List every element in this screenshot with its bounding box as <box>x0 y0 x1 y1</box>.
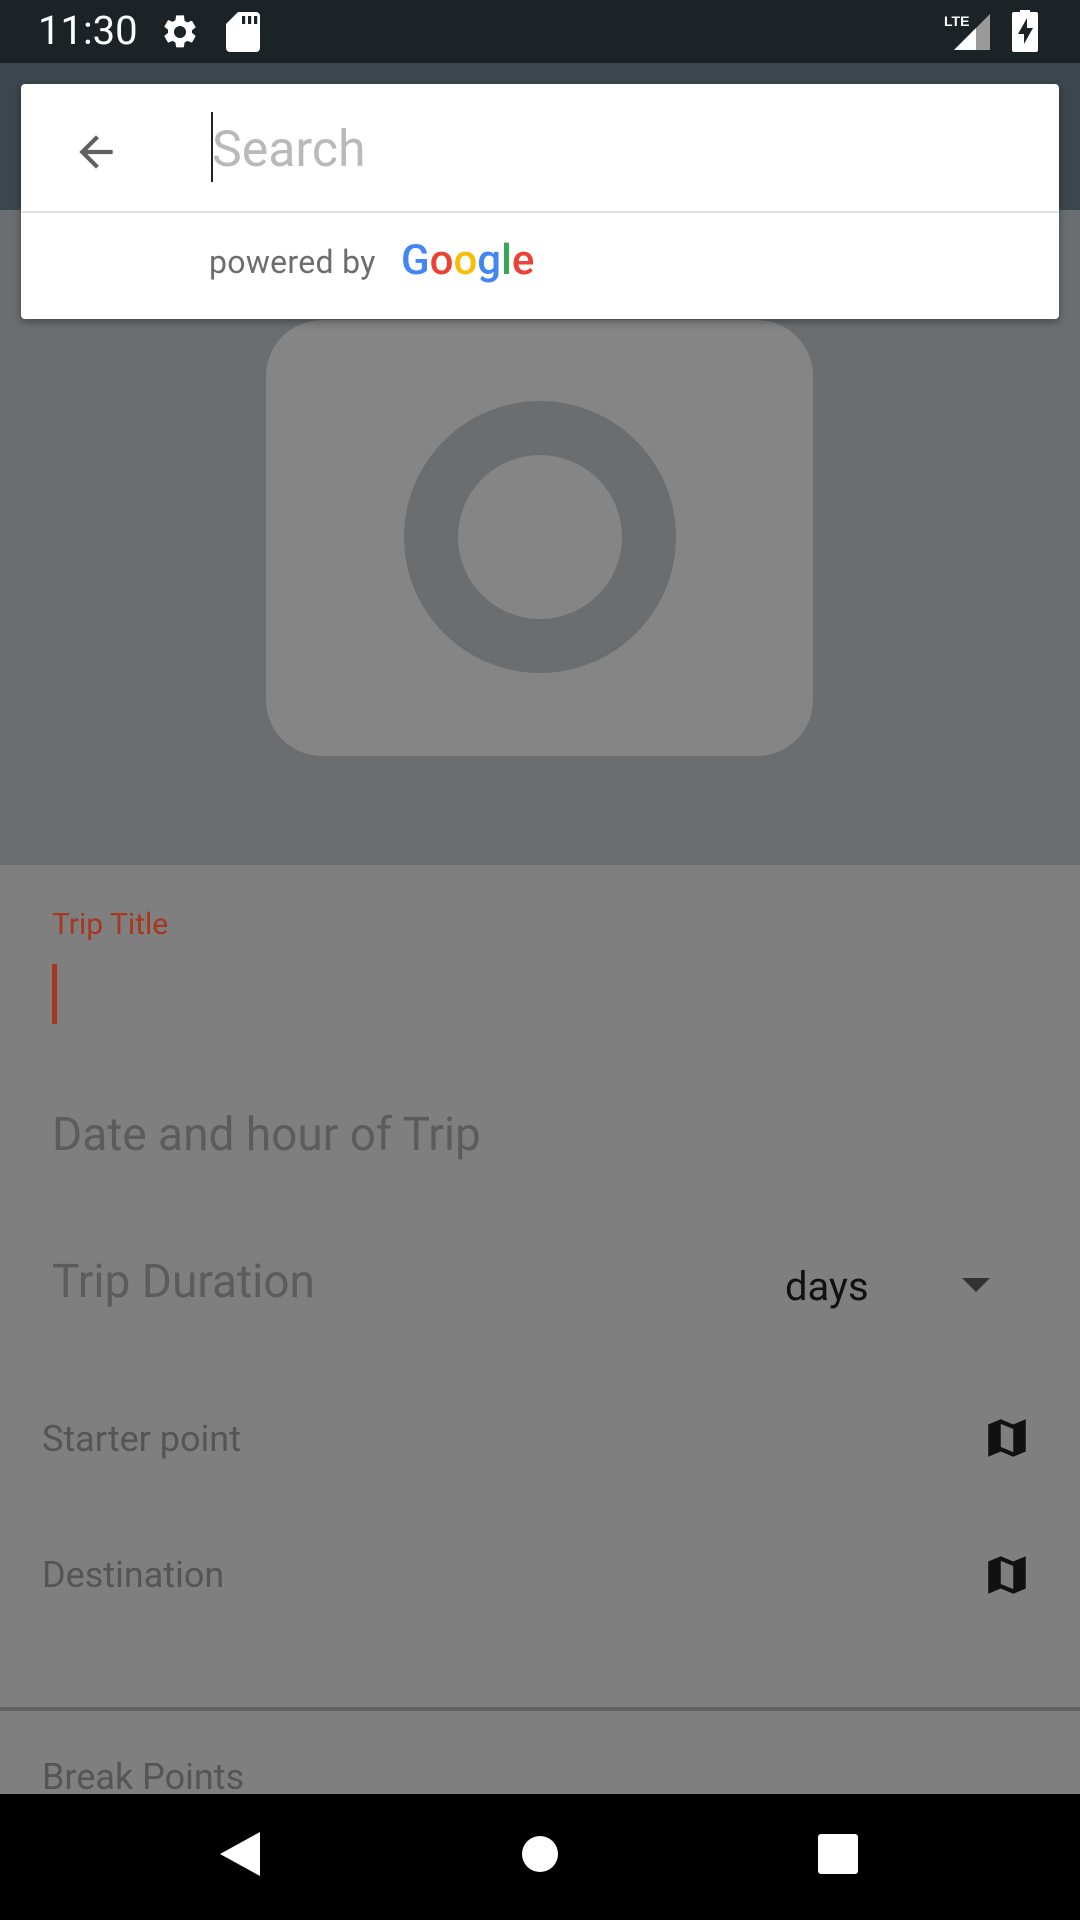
google-logo-letter: o <box>453 236 478 285</box>
camera-lens-center <box>458 455 622 619</box>
trip-duration-field[interactable]: Trip Duration <box>52 1255 315 1309</box>
starter-point-label: Starter point <box>42 1418 241 1460</box>
google-logo: Google <box>401 236 534 285</box>
trip-title-label: Trip Title <box>52 907 169 942</box>
lte-signal-icon: LTE <box>944 12 992 56</box>
sd-card-icon <box>226 12 260 56</box>
status-time: 11:30 <box>38 7 138 54</box>
starter-point-map-icon[interactable] <box>982 1413 1032 1467</box>
home-circle-icon[interactable] <box>510 1824 570 1884</box>
date-time-field[interactable]: Date and hour of Trip <box>52 1108 481 1162</box>
destination-map-icon[interactable] <box>982 1550 1032 1604</box>
google-logo-letter: l <box>501 236 512 285</box>
arrow-back-icon <box>79 135 113 169</box>
google-logo-letter: e <box>511 236 535 285</box>
status-bar: 11:30 LTE <box>0 0 1080 63</box>
trip-title-field[interactable] <box>52 964 57 1024</box>
google-logo-letter: o <box>429 236 454 285</box>
back-triangle-icon[interactable] <box>210 1824 270 1884</box>
section-divider <box>0 1707 1080 1711</box>
search-input[interactable] <box>210 112 1032 188</box>
google-logo-letter: G <box>401 236 430 285</box>
back-button[interactable] <box>62 118 130 186</box>
settings-icon <box>160 12 200 56</box>
chevron-down-icon[interactable] <box>962 1278 990 1292</box>
duration-unit-select[interactable]: days <box>785 1263 869 1310</box>
search-divider <box>21 211 1059 213</box>
trip-form <box>0 865 1080 1794</box>
svg-text:LTE: LTE <box>944 13 969 29</box>
destination-label: Destination <box>42 1554 225 1596</box>
battery-charging-icon <box>1010 10 1040 56</box>
recents-square-icon[interactable] <box>808 1824 868 1884</box>
break-points-label: Break Points <box>42 1756 245 1798</box>
text-cursor <box>211 112 213 182</box>
navigation-bar <box>0 1794 1080 1920</box>
powered-by-text: powered by <box>209 243 376 281</box>
google-logo-letter: g <box>477 236 502 285</box>
